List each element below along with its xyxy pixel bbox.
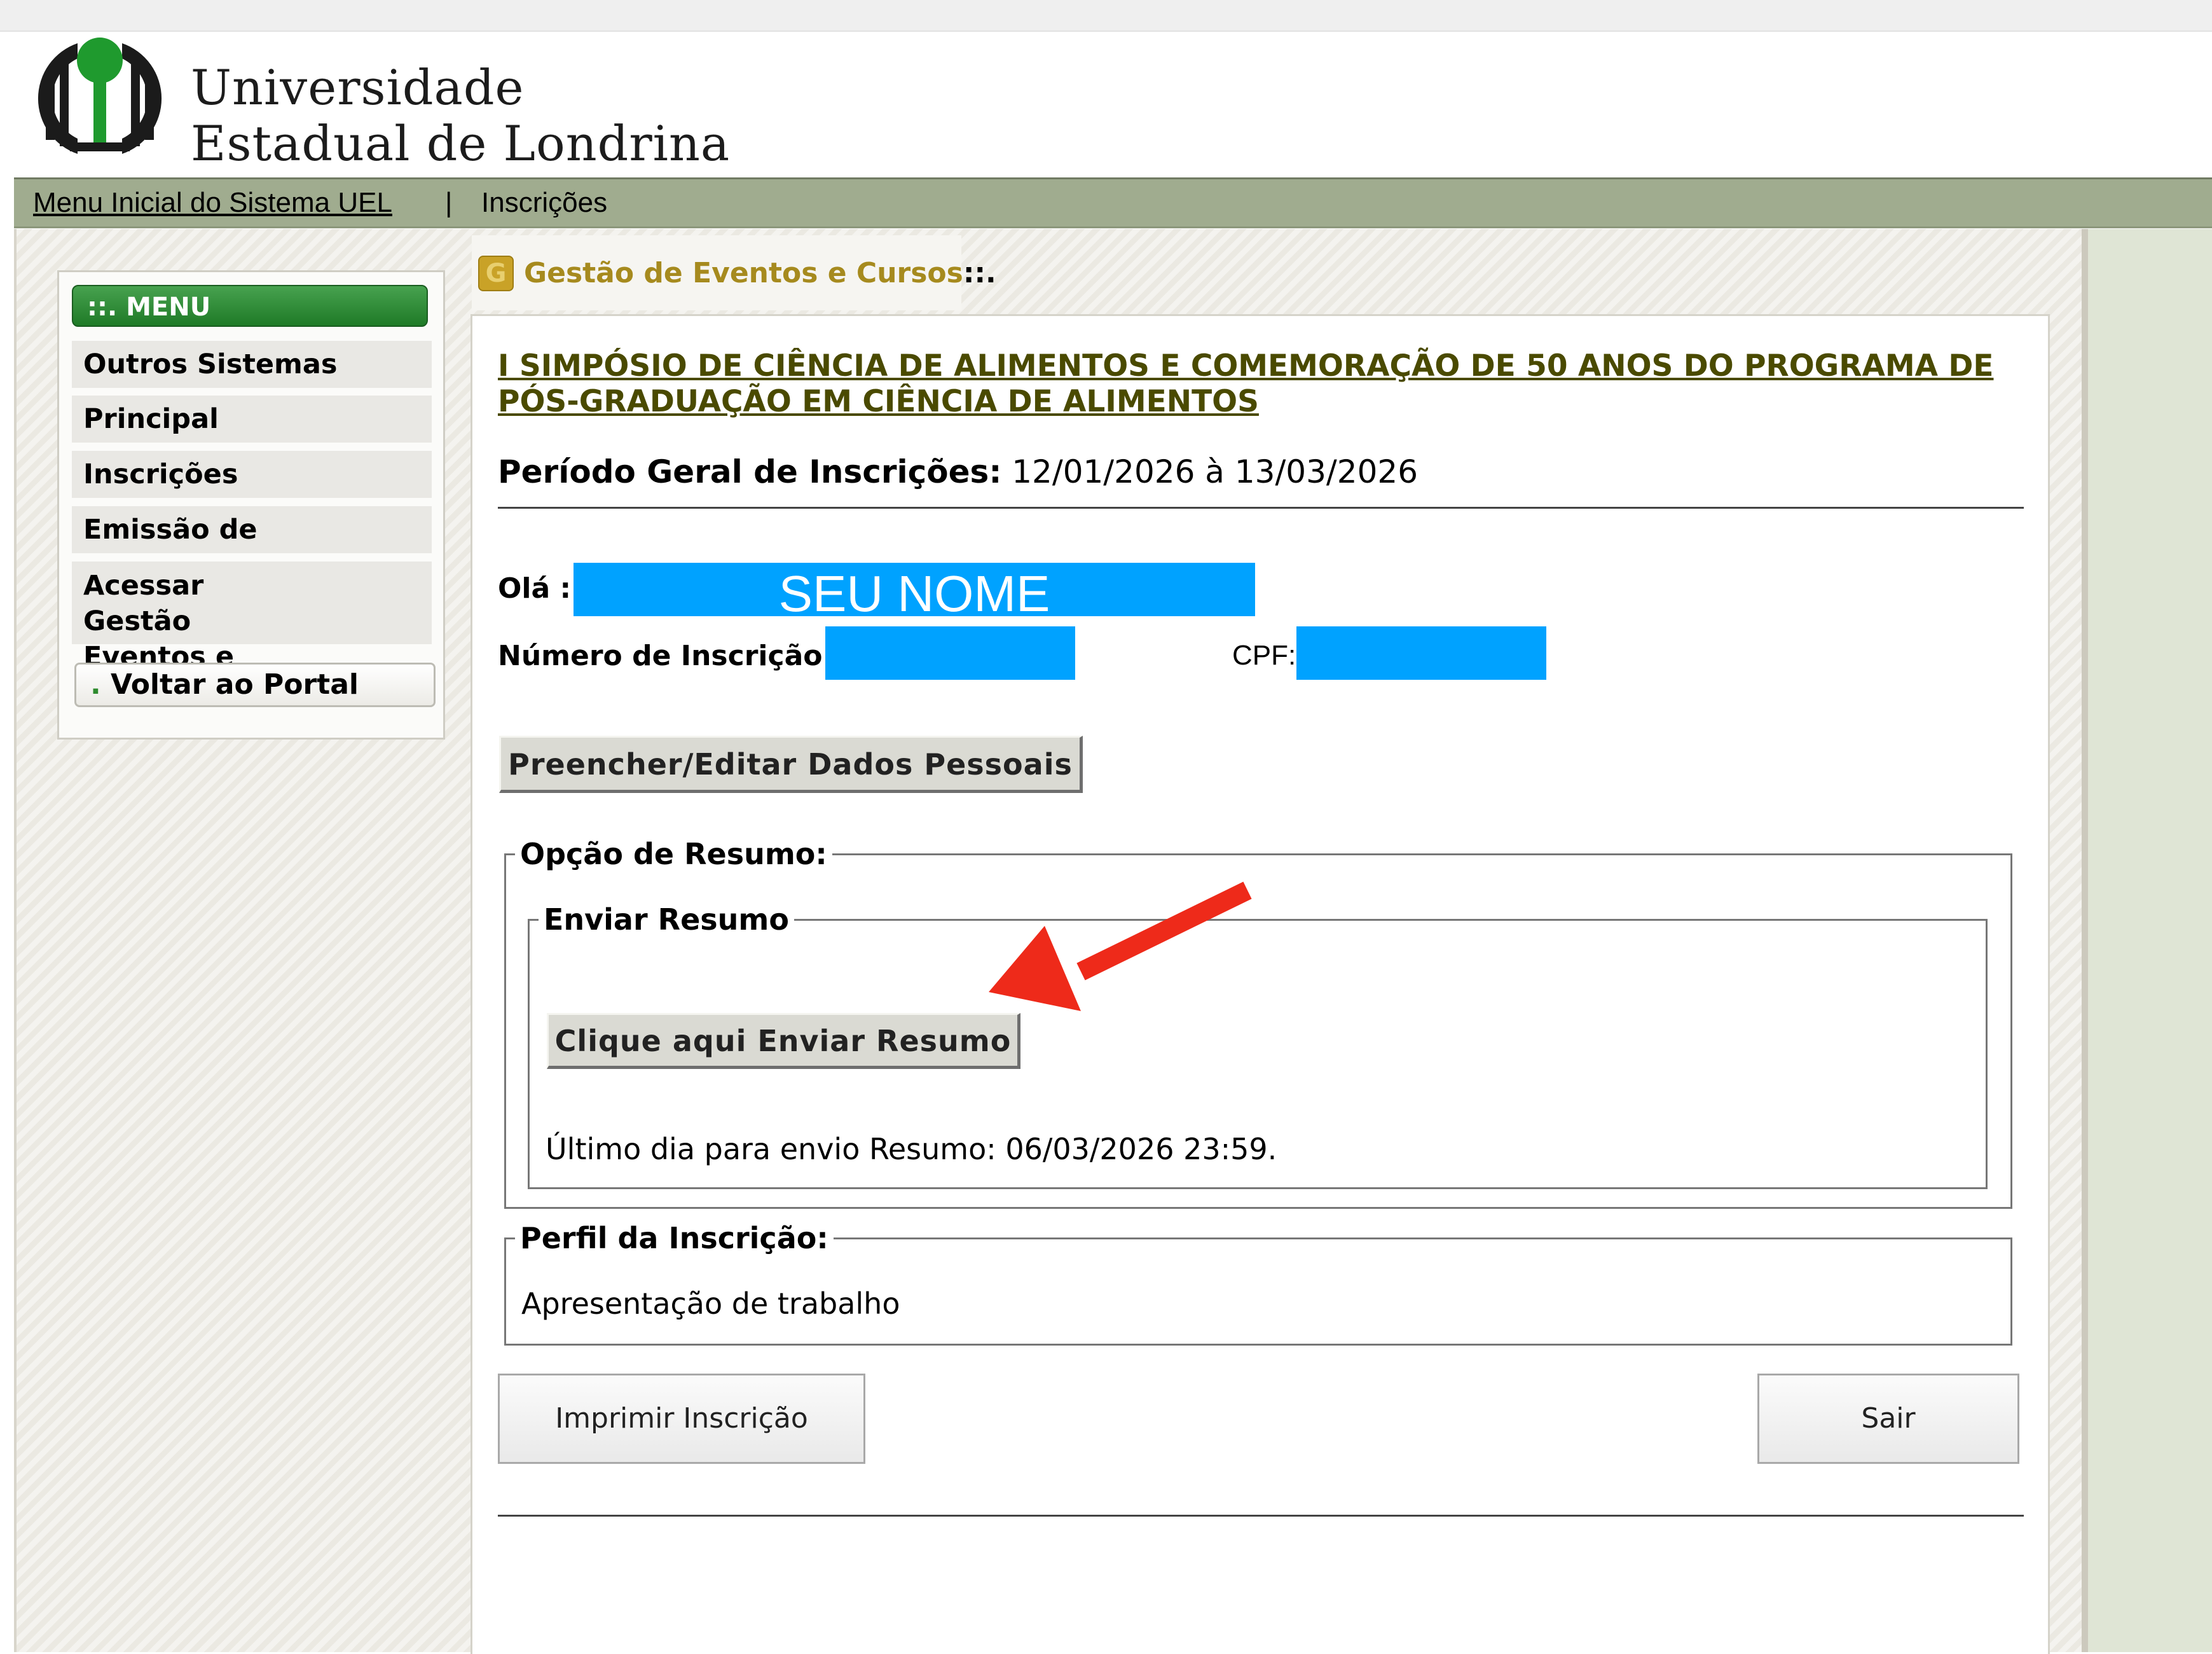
page-title-suffix: ::. xyxy=(963,257,996,289)
send-abstract-button[interactable]: Clique aqui Enviar Resumo xyxy=(547,1013,1020,1069)
right-margin xyxy=(2088,229,2212,1652)
university-line1: Universidade xyxy=(191,59,525,116)
divider xyxy=(498,507,2024,509)
deadline-text: Último dia para envio Resumo: 06/03/2026… xyxy=(546,1132,1277,1166)
sidebar-item-principal[interactable]: Principal xyxy=(72,396,432,443)
bottom-divider xyxy=(498,1515,2024,1517)
cpf-label: CPF: xyxy=(1232,640,1296,671)
university-line2: Estadual de Londrina xyxy=(191,115,731,172)
nav-home-link[interactable]: Menu Inicial do Sistema UEL xyxy=(33,187,392,219)
exit-button[interactable]: Sair xyxy=(1757,1374,2019,1464)
inscricao-number-redacted xyxy=(825,626,1075,680)
voltar-label: Voltar ao Portal xyxy=(111,668,359,701)
nav-current-page: Inscrições xyxy=(481,187,608,218)
ola-label: Olá : xyxy=(498,572,572,605)
perfil-value: Apresentação de trabalho xyxy=(521,1286,900,1321)
sidebar-item-certificados[interactable]: Emissão de Certificados xyxy=(72,506,432,593)
perfil-fieldset: Perfil da Inscrição: xyxy=(504,1221,2012,1346)
sidebar-item-gestao-eventos[interactable]: Acessar Gestão Eventos e Cursos xyxy=(72,562,432,708)
sidebar-menu: ::. MENU Outros Sistemas Principal Inscr… xyxy=(57,270,445,740)
perfil-legend: Perfil da Inscrição: xyxy=(520,1221,828,1255)
periodo-label: Período Geral de Inscrições: xyxy=(498,453,1002,490)
university-name: Universidade Estadual de Londrina xyxy=(191,64,730,168)
sidebar-item-outros-sistemas[interactable]: Outros Sistemas xyxy=(72,341,432,388)
user-name-redacted: SEU NOME xyxy=(574,563,1255,616)
inscricao-label: Número de Inscrição : xyxy=(498,640,844,672)
voltar-dot: . xyxy=(90,668,101,701)
gestao-icon: G xyxy=(478,256,514,291)
menu-header: ::. MENU xyxy=(72,285,428,327)
top-navbar: Menu Inicial do Sistema UEL | Inscrições xyxy=(14,177,2212,228)
sidebar-item-inscricoes[interactable]: Inscrições xyxy=(72,451,432,498)
page-title-text: Gestão de Eventos e Cursos xyxy=(524,257,963,289)
event-title-link[interactable]: I SIMPÓSIO DE CIÊNCIA DE ALIMENTOS E COM… xyxy=(498,348,2049,420)
red-arrow-icon xyxy=(989,881,1252,1011)
uel-logo-icon xyxy=(38,38,162,154)
cpf-redacted xyxy=(1296,626,1546,680)
opcao-resumo-legend: Opção de Resumo: xyxy=(520,837,827,871)
enviar-resumo-legend: Enviar Resumo xyxy=(544,902,789,937)
browser-top-strip xyxy=(0,0,2212,32)
nav-separator: | xyxy=(445,187,453,218)
print-registration-button[interactable]: Imprimir Inscrição xyxy=(498,1374,865,1464)
periodo-inscricoes: Período Geral de Inscrições: 12/01/2026 … xyxy=(498,453,1418,490)
voltar-portal-button[interactable]: . Voltar ao Portal xyxy=(74,663,436,707)
edit-personal-data-button[interactable]: Preencher/Editar Dados Pessoais xyxy=(499,736,1083,793)
page-title: Gestão de Eventos e Cursos::. xyxy=(524,257,996,289)
periodo-value: 12/01/2026 à 13/03/2026 xyxy=(1012,453,1419,490)
